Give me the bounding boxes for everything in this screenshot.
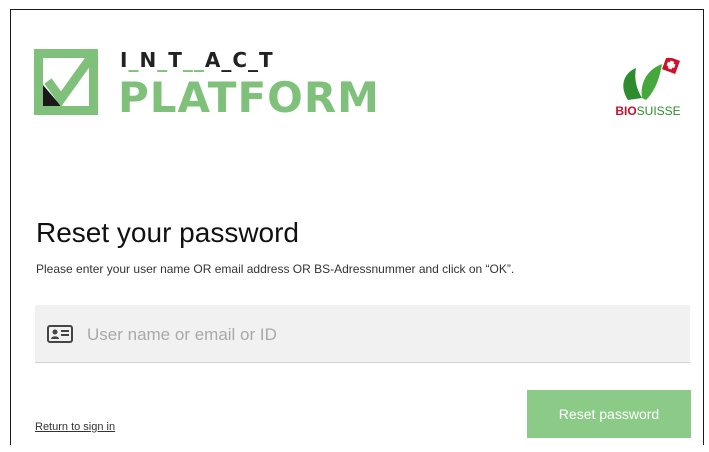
return-to-sign-in-link[interactable]: Return to sign in bbox=[35, 421, 115, 433]
bio-suisse-logo: BIOSUISSE bbox=[606, 56, 690, 122]
bio-suisse-bud-icon bbox=[623, 56, 680, 100]
identifier-field[interactable] bbox=[35, 305, 690, 363]
id-card-icon bbox=[47, 325, 73, 343]
checkbox-logo-icon bbox=[34, 49, 98, 115]
platform-wordmark: PLATFORM bbox=[118, 73, 380, 122]
page-title: Reset your password bbox=[36, 217, 300, 248]
intact-wordmark: I_N_T__A_C_T bbox=[120, 48, 274, 72]
reset-password-button[interactable]: Reset password bbox=[527, 390, 691, 438]
identifier-input[interactable] bbox=[85, 319, 679, 351]
instructions-text: Please enter your user name OR email add… bbox=[36, 262, 515, 276]
